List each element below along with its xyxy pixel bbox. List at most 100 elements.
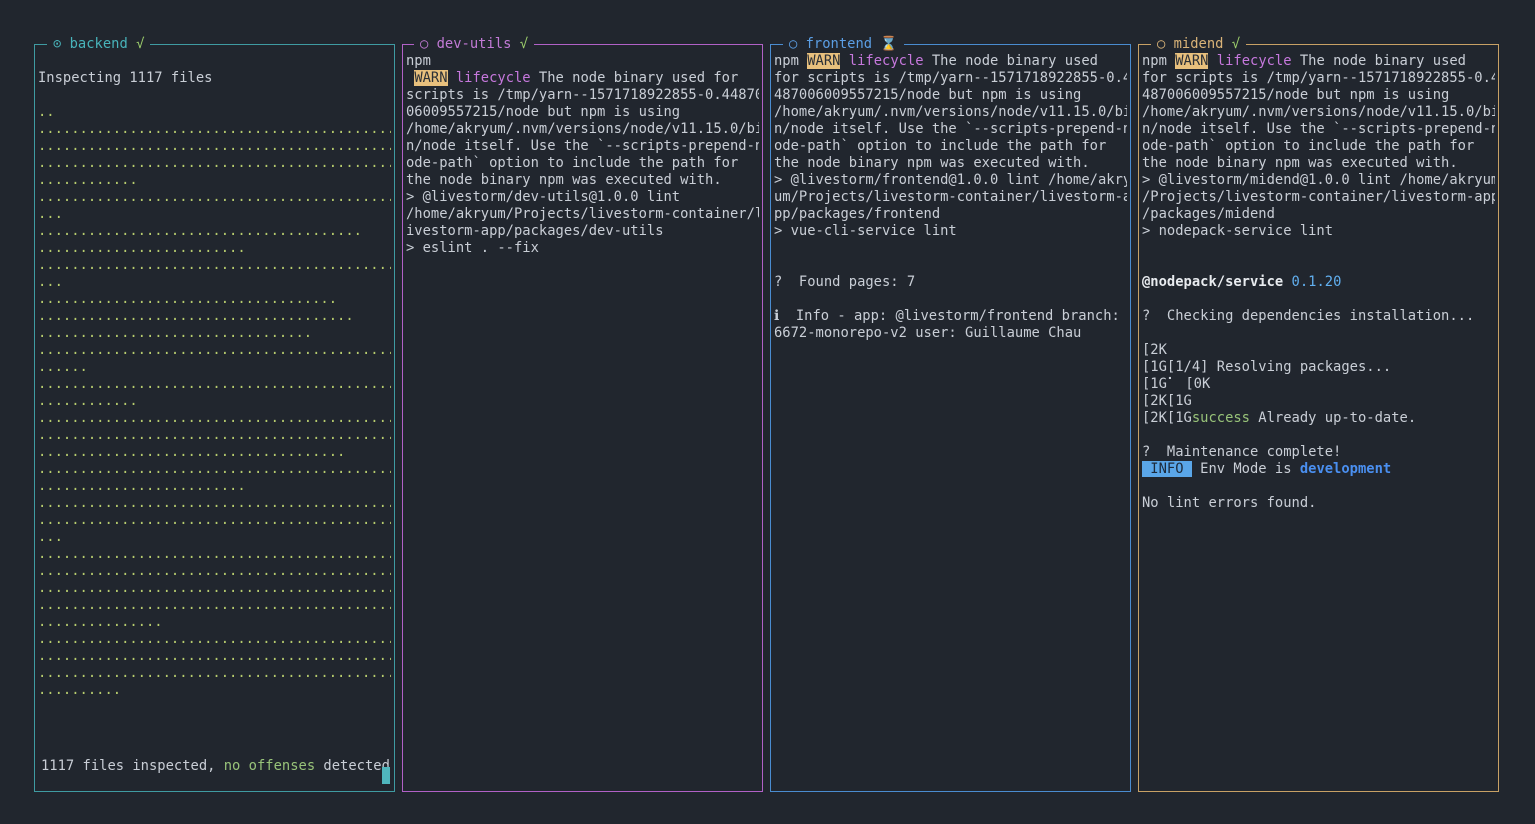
progress-dot-line: ........................................… bbox=[38, 257, 391, 273]
pane-frontend-output: npm WARN lifecycle The node binary used … bbox=[774, 53, 1127, 791]
output-line: /home/akryum/Projects/livestorm-containe… bbox=[406, 206, 759, 222]
progress-dot-line: ........................................… bbox=[38, 648, 391, 664]
check-icon: √ bbox=[136, 36, 145, 52]
output-text: npm bbox=[1142, 53, 1167, 69]
summary-text-end: detected bbox=[315, 758, 390, 774]
pane-title-backend[interactable]: ⊙ backend √ bbox=[47, 35, 151, 53]
output-text: npm bbox=[774, 53, 799, 69]
output-line: [2K[1Gsuccess Already up-to-date. bbox=[1142, 410, 1495, 427]
pane-dev-utils-output: npm WARN lifecycle The node binary used … bbox=[406, 53, 759, 791]
output-text: The node binary used bbox=[923, 53, 1098, 69]
output-line: 6672-monorepo-v2 user: Guillaume Chau bbox=[774, 325, 1082, 341]
output-line: 487006009557215/node but npm is using bbox=[774, 87, 1082, 103]
output-line: [1G⠁ [0K bbox=[1142, 376, 1211, 392]
progress-dot-line: ........................................… bbox=[38, 342, 391, 358]
progress-dot-line: ........................................… bbox=[38, 410, 391, 426]
output-line: ℹ Info - app: @livestorm/frontend branch… bbox=[774, 308, 1120, 324]
pane-backend[interactable]: Inspecting 1117 files ..................… bbox=[34, 44, 395, 792]
progress-dot-line: ... bbox=[38, 274, 63, 290]
pane-title-label: dev-utils bbox=[436, 36, 512, 52]
progress-dot-line: ........................................… bbox=[38, 461, 391, 477]
output-line: um/Projects/livestorm-container/livestor… bbox=[774, 189, 1127, 205]
info-badge: INFO bbox=[1142, 461, 1192, 477]
pane-title-label: midend bbox=[1173, 36, 1224, 52]
progress-dot-line: ........................................… bbox=[38, 580, 391, 596]
pane-title-frontend[interactable]: ○ frontend ⌛ bbox=[783, 35, 904, 53]
circle-icon: ○ bbox=[789, 36, 798, 52]
progress-dot-line: ........................................… bbox=[38, 495, 391, 511]
lifecycle-label: lifecycle bbox=[455, 70, 531, 86]
progress-dot-line: ........................................… bbox=[38, 138, 391, 154]
output-line: n/node itself. Use the `--scripts-prepen… bbox=[1142, 121, 1495, 137]
pane-midend[interactable]: npm WARN lifecycle The node binary used … bbox=[1138, 44, 1499, 792]
output-line: npm bbox=[406, 53, 431, 69]
output-text: Env Mode is bbox=[1191, 461, 1300, 477]
summary-highlight: no offenses bbox=[223, 758, 316, 774]
progress-dot-line: ........................................… bbox=[38, 563, 391, 579]
summary-text: 1117 files inspected, bbox=[41, 758, 224, 774]
circle-icon: ○ bbox=[1157, 36, 1166, 52]
output-line: 06009557215/node but npm is using bbox=[406, 104, 681, 120]
progress-dot-line: ......................... bbox=[38, 478, 246, 494]
progress-dot-line: ............ bbox=[38, 393, 138, 409]
lifecycle-label: lifecycle bbox=[848, 53, 924, 69]
pane-title-label: frontend bbox=[805, 36, 873, 52]
output-line: n/node itself. Use the `--scripts-prepen… bbox=[406, 138, 759, 154]
output-line: > vue-cli-service lint bbox=[774, 223, 957, 239]
output-line: /home/akryum/.nvm/versions/node/v11.15.0… bbox=[1142, 104, 1495, 120]
warn-badge: WARN bbox=[414, 70, 448, 86]
pane-dev-utils[interactable]: npm WARN lifecycle The node binary used … bbox=[402, 44, 763, 792]
pane-title-dev-utils[interactable]: ○ dev-utils √ bbox=[414, 35, 535, 53]
output-line: pp/packages/frontend bbox=[774, 206, 941, 222]
pane-frontend[interactable]: npm WARN lifecycle The node binary used … bbox=[770, 44, 1131, 792]
warn-badge: WARN bbox=[1175, 53, 1209, 69]
output-line: > @livestorm/midend@1.0.0 lint /home/akr… bbox=[1142, 172, 1495, 188]
success-label: success bbox=[1191, 410, 1250, 426]
output-text: The node binary used bbox=[1291, 53, 1466, 69]
progress-dot-line: ........................................… bbox=[38, 546, 391, 562]
output-line: ? Maintenance complete! bbox=[1142, 444, 1342, 460]
pane-title-midend[interactable]: ○ midend √ bbox=[1151, 35, 1247, 53]
progress-dot-line: ...... bbox=[38, 359, 88, 375]
output-line: for scripts is /tmp/yarn--1571718922855-… bbox=[1142, 70, 1495, 86]
output-line: /home/akryum/.nvm/versions/node/v11.15.0… bbox=[406, 121, 759, 137]
env-mode-value: development bbox=[1299, 461, 1392, 477]
progress-dot-line: ........................................… bbox=[38, 155, 391, 171]
backend-summary: 1117 files inspected, no offenses detect… bbox=[41, 758, 390, 775]
output-line: n/node itself. Use the `--scripts-prepen… bbox=[774, 121, 1127, 137]
output-text: The node binary used for bbox=[530, 70, 739, 86]
output-line: 487006009557215/node but npm is using bbox=[1142, 87, 1450, 103]
progress-dot-line: ........................................… bbox=[38, 512, 391, 528]
service-name: @nodepack/service bbox=[1142, 274, 1284, 290]
progress-dot-line: ......................... bbox=[38, 240, 246, 256]
progress-dot-line: ........................................… bbox=[38, 665, 391, 681]
progress-dot-line: ............ bbox=[38, 172, 138, 188]
progress-dot-line: ... bbox=[38, 206, 63, 222]
output-line: > @livestorm/frontend@1.0.0 lint /home/a… bbox=[774, 172, 1127, 188]
progress-dot-line: ..................................... bbox=[38, 444, 346, 460]
output-line: WARN lifecycle The node binary used for bbox=[406, 70, 759, 87]
progress-dot-line: ............... bbox=[38, 614, 163, 630]
progress-dot-line: ........................................… bbox=[38, 631, 391, 647]
progress-dot-line: ........................................… bbox=[38, 121, 391, 137]
terminal-screen: Inspecting 1117 files ..................… bbox=[0, 0, 1535, 824]
output-line: > nodepack-service lint bbox=[1142, 223, 1334, 239]
progress-dots: ........................................… bbox=[38, 104, 391, 699]
output-line: /home/akryum/.nvm/versions/node/v11.15.0… bbox=[774, 104, 1127, 120]
check-icon: √ bbox=[1231, 36, 1241, 52]
output-line: ode-path` option to include the path for bbox=[406, 155, 739, 171]
output-line: No lint errors found. bbox=[1142, 495, 1317, 511]
output-line: the node binary npm was executed with. bbox=[774, 155, 1090, 171]
progress-dot-line: ........................................… bbox=[38, 597, 391, 613]
output-line: /Projects/livestorm-container/livestorm-… bbox=[1142, 189, 1495, 205]
output-line: ode-path` option to include the path for bbox=[774, 138, 1107, 154]
